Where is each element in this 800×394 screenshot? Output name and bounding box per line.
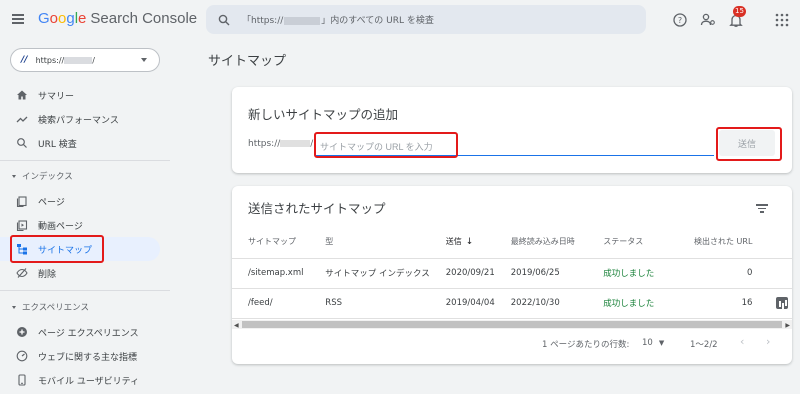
top-bar: Google Search Console 「https://」内のすべての UR… — [0, 0, 800, 40]
divider — [0, 290, 170, 291]
cell-status: 成功しました — [587, 258, 672, 289]
search-placeholder: 「https://」内のすべての URL を検査 — [242, 16, 434, 26]
sidebar-item-page-experience[interactable]: ページ エクスペリエンス — [0, 320, 160, 344]
column-header-sitemap[interactable]: サイトマップ — [232, 226, 310, 259]
home-icon — [17, 90, 27, 100]
add-sitemap-title: 新しいサイトマップの追加 — [248, 107, 399, 122]
svg-text:?: ? — [678, 16, 682, 25]
rows-per-page-label: 1 ページあたりの行数: — [542, 340, 630, 350]
caret-down-icon: ▼ — [658, 339, 665, 347]
filter-icon[interactable] — [756, 204, 768, 214]
gauge-icon — [16, 350, 28, 362]
removals-icon — [16, 268, 28, 278]
highlight-box-url-input — [314, 132, 458, 158]
property-url: https:/// — [35, 55, 95, 65]
sidebar-item-performance[interactable]: 検索パフォーマンス — [0, 107, 160, 131]
cell-type: サイトマップ インデックス — [309, 258, 430, 289]
scroll-right-icon[interactable]: ▶ — [785, 322, 790, 329]
apps-icon[interactable] — [774, 12, 790, 28]
highlight-box-submit — [716, 127, 782, 161]
bar-chart-icon[interactable] — [776, 297, 789, 309]
divider — [0, 160, 170, 161]
cell-sitemap: /sitemap.xml — [232, 258, 310, 289]
horizontal-scrollbar[interactable]: ◀ ▶ — [232, 320, 792, 329]
sidebar-item-removals[interactable]: 削除 — [0, 261, 160, 285]
site-favicon-icon: // — [21, 55, 28, 65]
prev-page-icon[interactable]: ‹ — [740, 335, 744, 348]
scroll-thumb[interactable] — [242, 321, 782, 328]
column-header-last-read[interactable]: 最終読み込み日時 — [494, 226, 588, 259]
sidebar-item-mobile-usability[interactable]: モバイル ユーザビリティ — [0, 368, 160, 392]
product-name: Search Console — [90, 10, 198, 27]
cell-discovered-urls: 16 — [671, 288, 761, 319]
submitted-sitemaps-title: 送信されたサイトマップ — [248, 201, 386, 216]
arrow-down-icon: ↓ — [465, 237, 474, 248]
column-header-status[interactable]: ステータス — [587, 226, 672, 259]
url-prefix: https:/// — [248, 139, 314, 149]
pages-icon — [16, 196, 27, 207]
column-header-type[interactable]: 型 — [309, 226, 430, 259]
sitemaps-table: サイトマップ 型 送信 ↓ 最終読み込み日時 ステータス 検出された URL /s… — [232, 226, 792, 319]
cell-discovered-urls: 0 — [671, 258, 761, 289]
cell-sitemap: /feed/ — [232, 288, 310, 319]
search-icon — [17, 138, 27, 148]
rows-per-page-select[interactable]: 10 ▼ — [642, 338, 664, 348]
video-pages-icon — [16, 220, 28, 231]
sidebar-item-overview[interactable]: サマリー — [0, 83, 160, 107]
search-icon — [218, 14, 230, 25]
sidebar-item-pages[interactable]: ページ — [0, 189, 160, 213]
add-sitemap-card: 新しいサイトマップの追加 https:/// 送信 — [232, 87, 792, 173]
cell-submitted: 2020/09/21 — [429, 258, 495, 289]
cell-last-read: 2019/06/25 — [494, 258, 588, 289]
notification-badge: 15 — [733, 6, 746, 17]
manage-users-icon[interactable] — [700, 12, 716, 28]
cell-submitted: 2019/04/04 — [429, 288, 495, 319]
sidebar: // https:/// サマリー 検索パフォーマンス URL 検査 インデック… — [0, 40, 170, 394]
redacted-domain — [64, 56, 93, 64]
highlight-box-sitemaps — [10, 235, 104, 263]
next-page-icon[interactable]: › — [766, 335, 770, 348]
property-selector[interactable]: // https:/// — [10, 48, 160, 72]
plus-circle-icon — [17, 327, 27, 337]
app-logo[interactable]: Google Search Console — [38, 10, 197, 27]
sidebar-item-core-web-vitals[interactable]: ウェブに関する主な指標 — [0, 344, 160, 368]
chevron-down-icon — [141, 58, 147, 62]
sidebar-item-video-pages[interactable]: 動画ページ — [0, 213, 160, 237]
trending-icon — [16, 116, 28, 123]
table-row[interactable]: /feed/ RSS 2019/04/04 2022/10/30 成功しました … — [232, 288, 792, 319]
redacted-domain — [284, 16, 321, 25]
table-header-row: サイトマップ 型 送信 ↓ 最終読み込み日時 ステータス 検出された URL — [232, 226, 792, 259]
help-icon[interactable]: ? — [672, 12, 688, 28]
cell-status: 成功しました — [587, 288, 672, 319]
mobile-icon — [18, 374, 26, 386]
page-range: 1〜2/2 — [690, 340, 718, 350]
scroll-left-icon[interactable]: ◀ — [234, 322, 239, 329]
caret-down-icon — [12, 305, 16, 309]
submitted-sitemaps-card: 送信されたサイトマップ サイトマップ 型 送信 ↓ 最終読み込み日時 ステータス … — [232, 186, 792, 364]
column-header-discovered-urls[interactable]: 検出された URL — [671, 226, 761, 259]
redacted-domain — [280, 140, 311, 147]
page-title: サイトマップ — [208, 54, 287, 69]
cell-type: RSS — [309, 288, 430, 319]
sidebar-item-url-inspection[interactable]: URL 検査 — [0, 131, 160, 155]
caret-down-icon — [12, 174, 16, 178]
cell-last-read: 2022/10/30 — [494, 288, 588, 319]
table-row[interactable]: /sitemap.xml サイトマップ インデックス 2020/09/21 20… — [232, 258, 792, 289]
column-header-submitted[interactable]: 送信 ↓ — [429, 226, 495, 259]
url-inspection-search[interactable]: 「https://」内のすべての URL を検査 — [206, 5, 646, 34]
menu-icon[interactable] — [12, 12, 26, 26]
